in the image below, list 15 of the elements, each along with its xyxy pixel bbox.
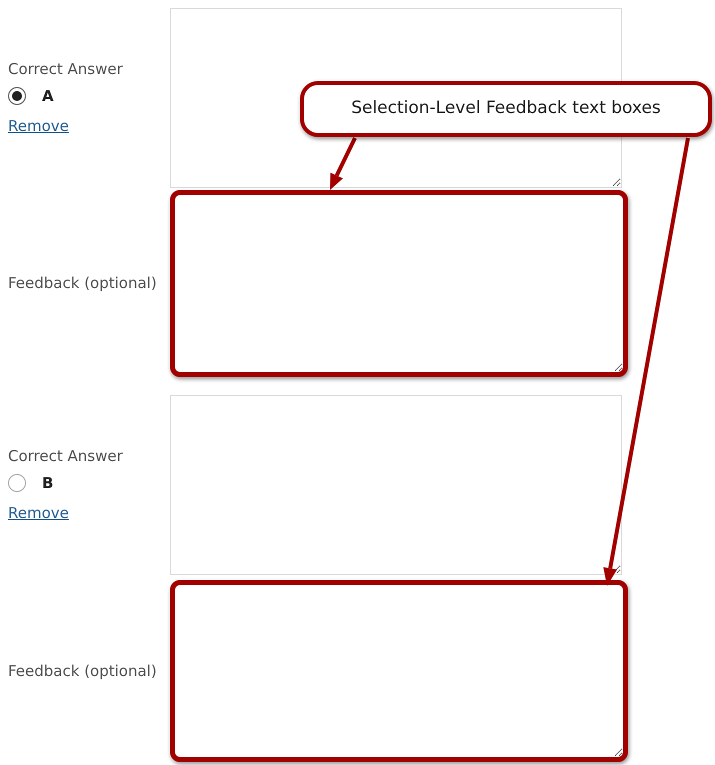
feedback-text-field[interactable] <box>170 190 628 377</box>
correct-answer-label: Correct Answer <box>8 59 123 80</box>
remove-link[interactable]: Remove <box>8 115 69 138</box>
radio-button[interactable] <box>8 87 26 105</box>
radio-button[interactable] <box>8 474 26 492</box>
correct-answer-label: Correct Answer <box>8 446 123 468</box>
arrow <box>330 137 357 190</box>
feedback-text-field[interactable] <box>170 580 628 762</box>
feedback-label: Feedback (optional) <box>8 273 157 294</box>
remove-link[interactable]: Remove <box>8 502 69 525</box>
answer-text-field[interactable] <box>170 395 622 575</box>
answer-letter: A <box>42 86 54 107</box>
callout-bubble: Selection-Level Feedback text boxes <box>300 81 712 137</box>
answer-letter: B <box>42 472 54 494</box>
feedback-label: Feedback (optional) <box>8 660 157 682</box>
